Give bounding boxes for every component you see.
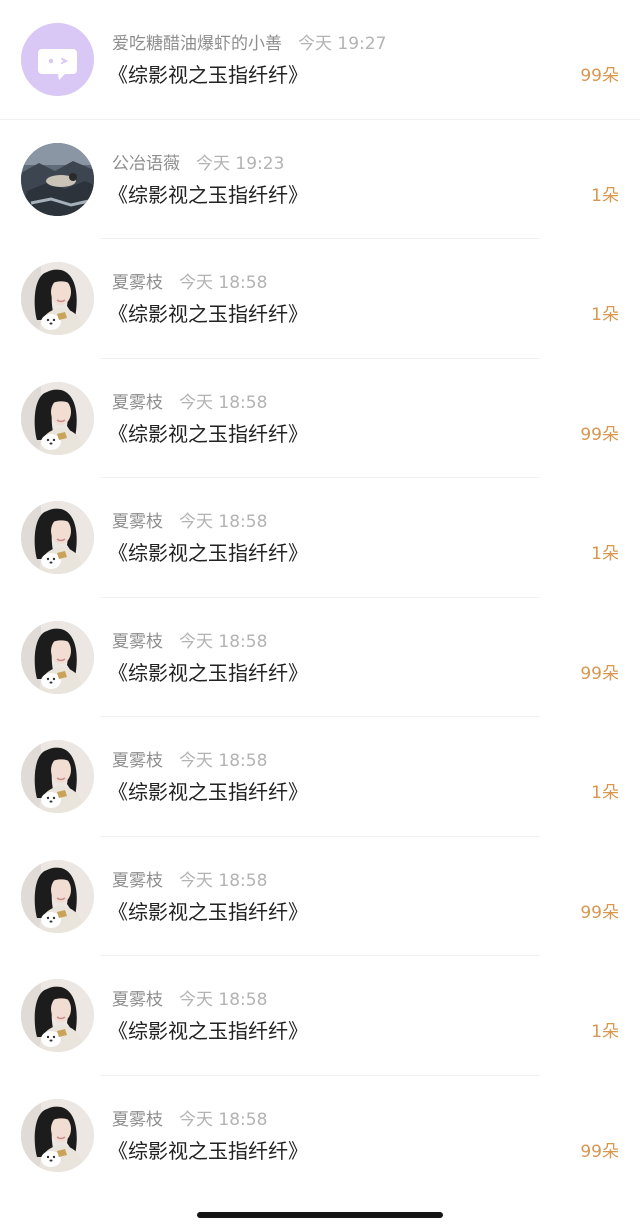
portrait-avatar-icon xyxy=(21,740,94,813)
list-item[interactable]: 夏雾枝 今天 18:58 《综影视之玉指纤纤》 1朵 xyxy=(0,956,640,1076)
book-title[interactable]: 《综影视之玉指纤纤》 xyxy=(108,1138,308,1164)
book-title[interactable]: 《综影视之玉指纤纤》 xyxy=(108,182,308,208)
flower-count: 99朵 xyxy=(580,663,619,684)
list-item[interactable]: 夏雾枝 今天 18:58 《综影视之玉指纤纤》 1朵 xyxy=(0,717,640,837)
book-title[interactable]: 《综影视之玉指纤纤》 xyxy=(108,899,308,925)
timestamp: 今天 18:58 xyxy=(179,1109,268,1130)
avatar[interactable] xyxy=(21,262,94,335)
book-title[interactable]: 《综影视之玉指纤纤》 xyxy=(108,540,308,566)
list-item[interactable]: 夏雾枝 今天 18:58 《综影视之玉指纤纤》 99朵 xyxy=(0,359,640,478)
book-title[interactable]: 《综影视之玉指纤纤》 xyxy=(108,1018,308,1044)
timestamp: 今天 19:27 xyxy=(298,34,387,54)
portrait-avatar-icon xyxy=(21,859,94,933)
flower-count: 99朵 xyxy=(580,66,619,86)
list-item[interactable]: 爱吃糖醋油爆虾的小善 今天 19:27 《综影视之玉指纤纤》 99朵 xyxy=(0,0,640,120)
home-indicator[interactable] xyxy=(197,1212,443,1218)
list-item[interactable]: 夏雾枝 今天 18:58 《综影视之玉指纤纤》 1朵 xyxy=(0,239,640,359)
user-name[interactable]: 夏雾枝 xyxy=(112,632,163,652)
timestamp: 今天 18:58 xyxy=(179,512,268,532)
user-name[interactable]: 公冶语薇 xyxy=(112,154,180,174)
timestamp: 今天 18:58 xyxy=(179,870,268,891)
book-title[interactable]: 《综影视之玉指纤纤》 xyxy=(108,779,308,805)
book-title[interactable]: 《综影视之玉指纤纤》 xyxy=(108,421,308,447)
user-name[interactable]: 夏雾枝 xyxy=(112,1110,163,1130)
book-title[interactable]: 《综影视之玉指纤纤》 xyxy=(108,660,308,686)
avatar[interactable] xyxy=(21,501,94,574)
portrait-avatar-icon xyxy=(21,1098,94,1172)
flower-count: 99朵 xyxy=(580,424,619,445)
user-name[interactable]: 夏雾枝 xyxy=(112,512,163,532)
timestamp: 今天 18:58 xyxy=(179,273,268,293)
timestamp: 今天 19:23 xyxy=(196,153,285,174)
list-item[interactable]: 公冶语薇 今天 19:23 《综影视之玉指纤纤》 1朵 xyxy=(0,120,640,239)
flower-count: 1朵 xyxy=(591,185,619,206)
user-name[interactable]: 夏雾枝 xyxy=(112,273,163,293)
flower-count: 1朵 xyxy=(591,1022,619,1042)
portrait-avatar-icon xyxy=(21,501,94,574)
list-item[interactable]: 夏雾枝 今天 18:58 《综影视之玉指纤纤》 99朵 xyxy=(0,1076,640,1196)
flower-count: 99朵 xyxy=(580,1141,619,1162)
purple-chat-icon xyxy=(21,23,94,96)
timestamp: 今天 18:58 xyxy=(179,990,268,1010)
avatar[interactable] xyxy=(21,620,94,694)
user-name[interactable]: 夏雾枝 xyxy=(112,751,163,771)
avatar[interactable] xyxy=(21,979,94,1052)
avatar[interactable] xyxy=(21,859,94,933)
flower-count: 1朵 xyxy=(591,305,619,325)
list-item[interactable]: 夏雾枝 今天 18:58 《综影视之玉指纤纤》 99朵 xyxy=(0,837,640,956)
avatar[interactable] xyxy=(21,1098,94,1172)
portrait-avatar-icon xyxy=(21,381,94,455)
portrait-avatar-icon xyxy=(21,620,94,694)
avatar[interactable] xyxy=(21,381,94,455)
timestamp: 今天 18:58 xyxy=(179,751,268,771)
photo-avatar-icon xyxy=(21,142,94,216)
portrait-avatar-icon xyxy=(21,262,94,335)
comment-list: 爱吃糖醋油爆虾的小善 今天 19:27 《综影视之玉指纤纤》 99朵 公冶语薇 今天… xyxy=(0,0,640,1195)
avatar[interactable] xyxy=(21,142,94,216)
flower-count: 1朵 xyxy=(591,783,619,803)
list-item[interactable]: 夏雾枝 今天 18:58 《综影视之玉指纤纤》 1朵 xyxy=(0,478,640,598)
flower-count: 99朵 xyxy=(580,902,619,923)
avatar[interactable] xyxy=(21,740,94,813)
user-name[interactable]: 夏雾枝 xyxy=(112,393,163,413)
timestamp: 今天 18:58 xyxy=(179,392,268,413)
list-item[interactable]: 夏雾枝 今天 18:58 《综影视之玉指纤纤》 99朵 xyxy=(0,598,640,717)
user-name[interactable]: 爱吃糖醋油爆虾的小善 xyxy=(112,34,282,54)
avatar[interactable] xyxy=(21,23,94,96)
book-title[interactable]: 《综影视之玉指纤纤》 xyxy=(108,301,308,327)
user-name[interactable]: 夏雾枝 xyxy=(112,990,163,1010)
flower-count: 1朵 xyxy=(591,544,619,564)
user-name[interactable]: 夏雾枝 xyxy=(112,871,163,891)
portrait-avatar-icon xyxy=(21,979,94,1052)
book-title[interactable]: 《综影视之玉指纤纤》 xyxy=(108,62,308,88)
timestamp: 今天 18:58 xyxy=(179,631,268,652)
